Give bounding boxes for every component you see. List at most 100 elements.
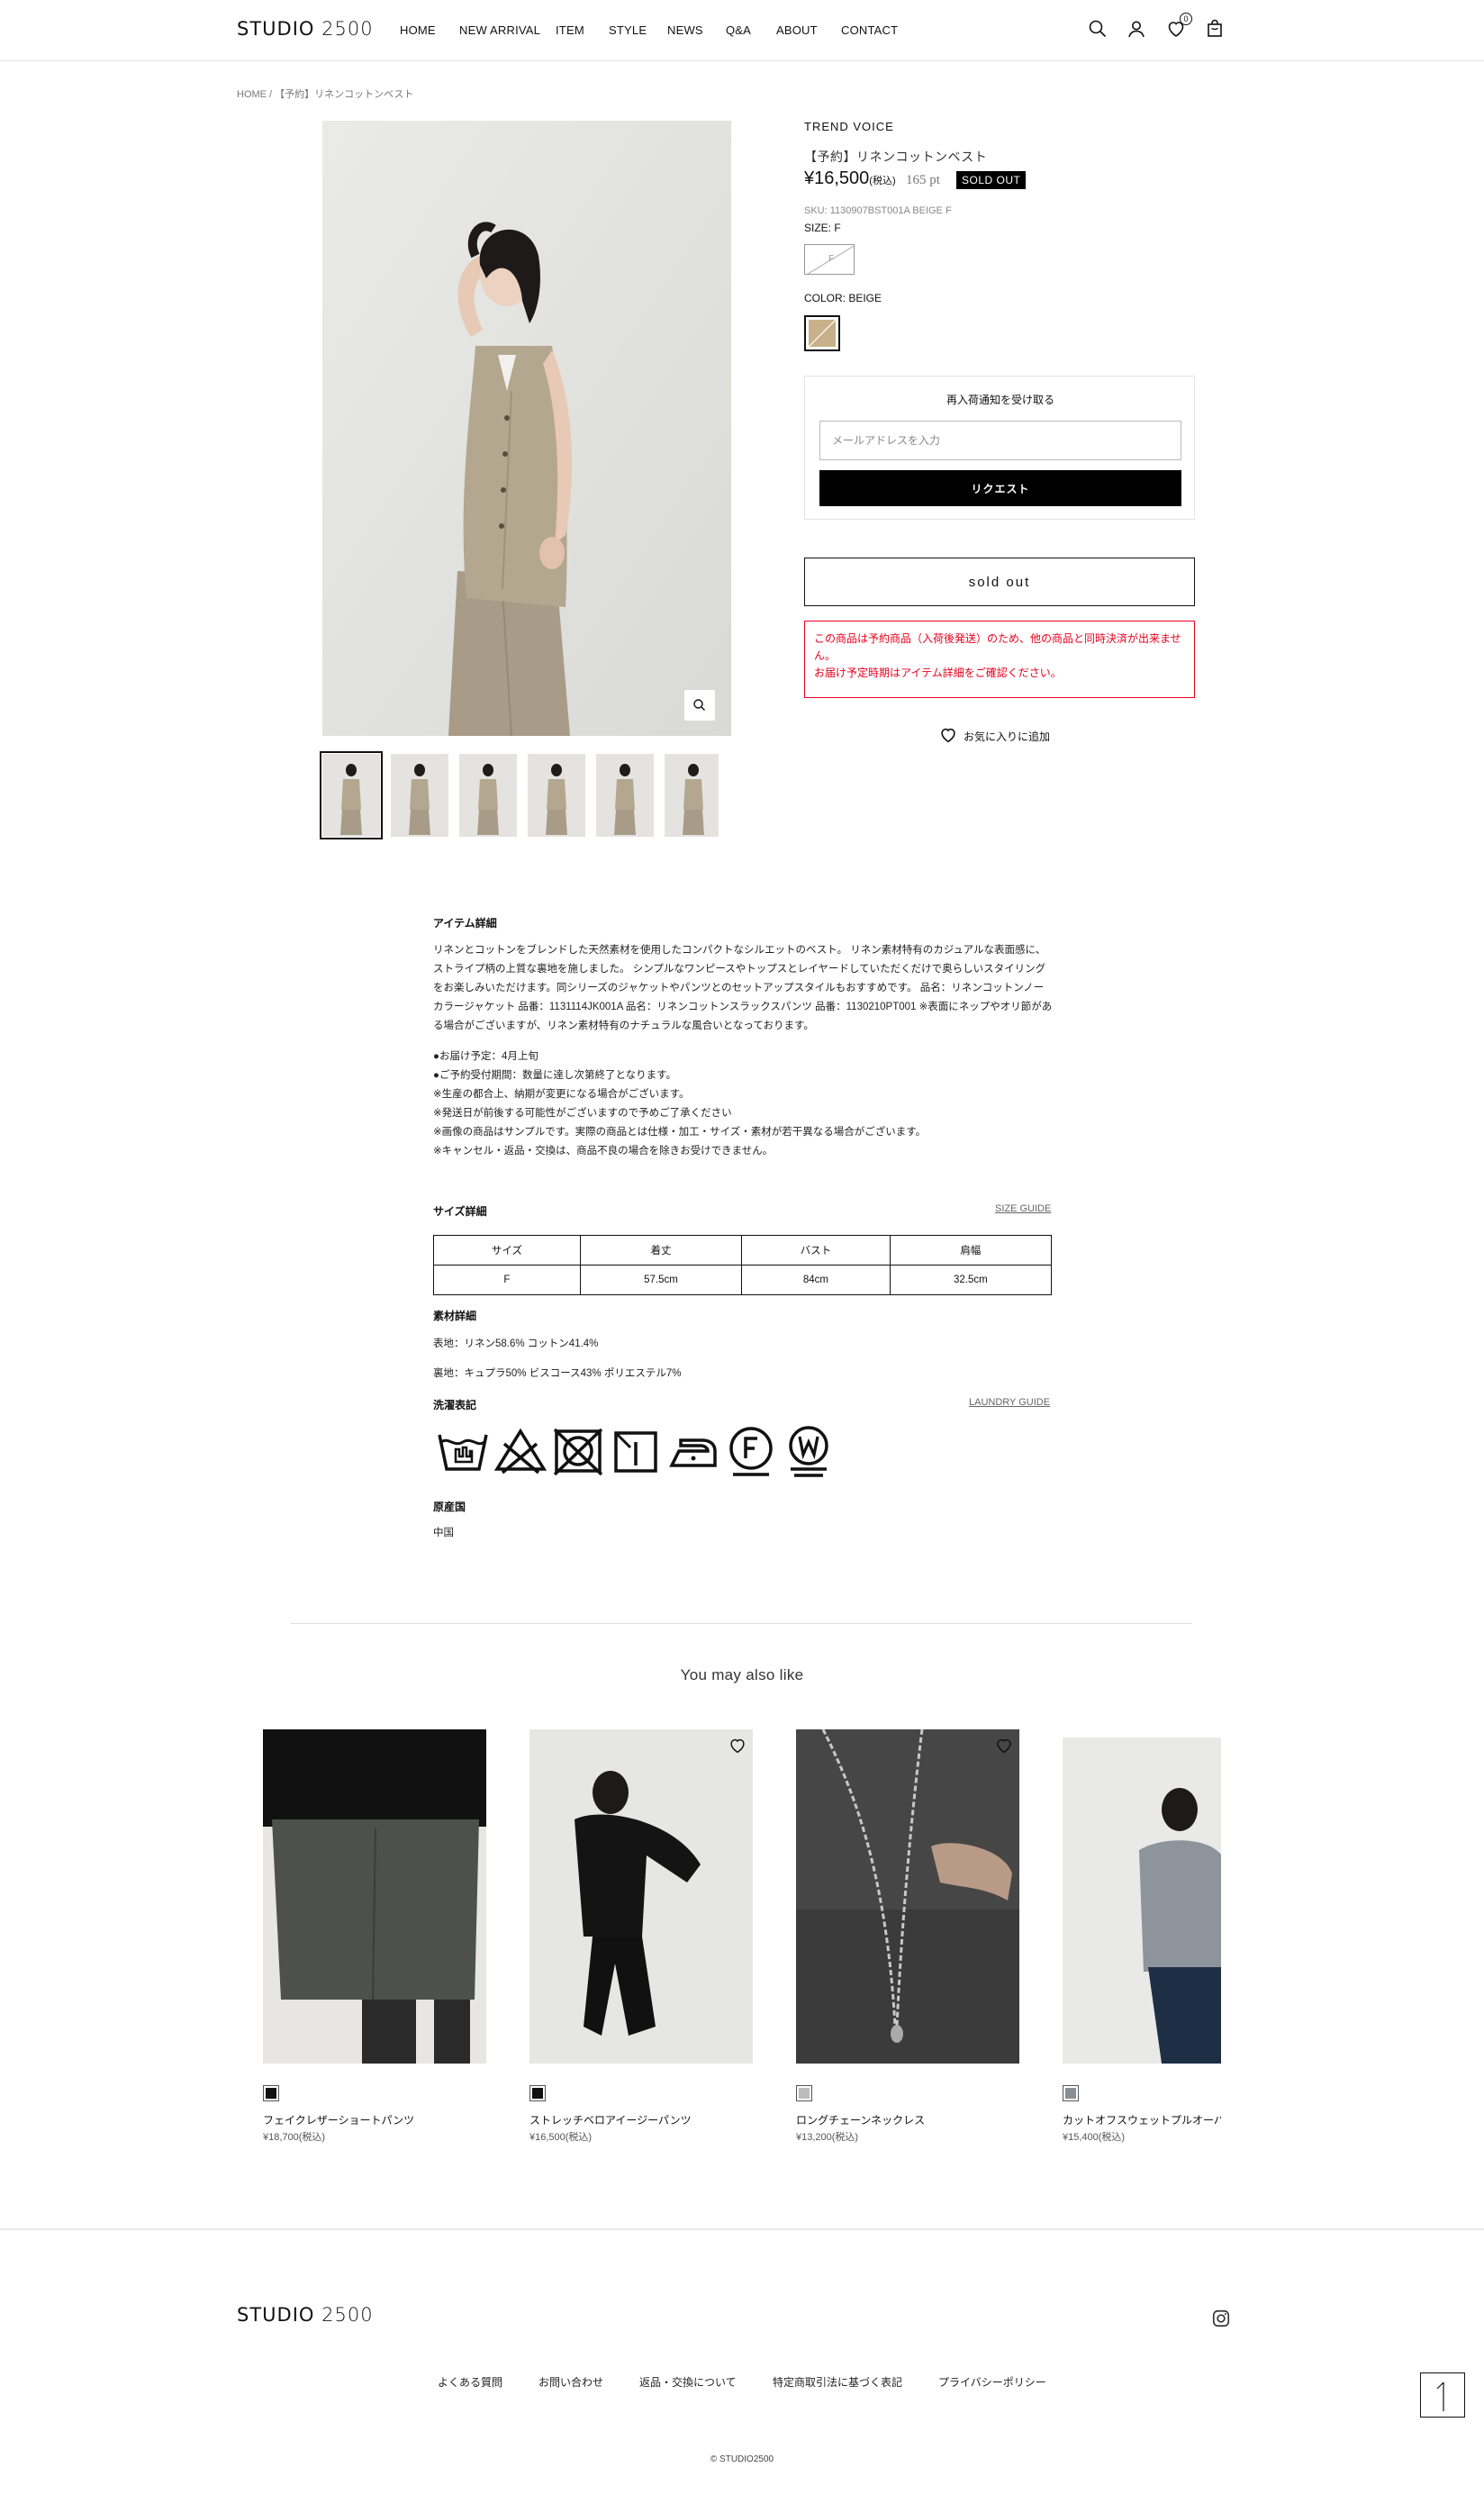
product-price: ¥16,500(税込) [804, 168, 896, 188]
favorite-label: お気に入りに追加 [964, 730, 1051, 743]
color-swatch[interactable] [796, 2085, 812, 2101]
wishlist-count-badge: 0 [1180, 13, 1192, 25]
product-card-image[interactable] [796, 1729, 1019, 2064]
footer-logo[interactable]: STUDIO 2500 [237, 2304, 374, 2326]
size-label: SIZE: F [804, 222, 841, 234]
request-button[interactable]: リクエスト [819, 470, 1181, 506]
product-thumbnail[interactable] [320, 751, 383, 839]
account-icon[interactable] [1126, 18, 1147, 40]
color-swatch-fill [266, 2088, 276, 2099]
notice-line: この商品は予約商品（入荷後発送）のため、他の商品と同時決済が出来ません。 [814, 632, 1181, 662]
nav-qa[interactable]: Q&A [726, 23, 751, 37]
breadcrumb[interactable]: HOME / 【予約】リネンコットンベスト [237, 86, 413, 101]
add-to-favorites[interactable]: お気に入りに追加 [938, 725, 1050, 745]
color-swatch[interactable] [1063, 2085, 1079, 2101]
email-input[interactable] [819, 421, 1181, 460]
site-logo[interactable]: STUDIO 2500 [237, 18, 374, 40]
footer-link-privacy[interactable]: プライバシーポリシー [938, 2374, 1046, 2390]
wet-clean-icon [789, 1426, 828, 1477]
nav-item[interactable]: ITEM [556, 23, 584, 37]
item-description: リネンとコットンをブレンドした天然素材を使用したコンパクトなシルエットのベスト。… [433, 945, 1053, 1031]
product-card-image[interactable] [263, 1729, 486, 2064]
copyright: © STUDIO2500 [710, 2454, 774, 2464]
delivery-note: ※生産の都合上、納期が変更になる場合がございます。 [433, 1089, 690, 1100]
material-heading: 素材詳細 [433, 1310, 477, 1322]
nav-contact[interactable]: CONTACT [841, 23, 898, 37]
iron-low-icon [669, 1438, 717, 1467]
size-detail-heading: サイズ詳細 [433, 1205, 487, 1218]
material-lining: 裏地：キュプラ50% ビスコース43% ポリエステル7% [433, 1368, 682, 1379]
size-table-header: 着丈 [579, 1235, 743, 1266]
color-swatch[interactable] [263, 2085, 279, 2101]
delivery-note: ●ご予約受付期間：数量に達し次第終了となります。 [433, 1070, 676, 1081]
line-dry-shade-icon [614, 1431, 657, 1473]
product-card-image[interactable] [1063, 1737, 1221, 2064]
footer-link-faq[interactable]: よくある質問 [438, 2374, 502, 2390]
footer-link-returns[interactable]: 返品・交換について [639, 2374, 737, 2390]
heart-icon[interactable] [994, 1736, 1014, 1755]
size-table-header: サイズ [433, 1235, 581, 1266]
restock-notify-title: 再入荷通知を受け取る [946, 394, 1054, 406]
material-outer: 表地：リネン58.6% コットン41.4% [433, 1338, 599, 1349]
zoom-button[interactable] [684, 690, 715, 721]
product-thumbnail[interactable] [391, 754, 448, 837]
footer-link-contact[interactable]: お問い合わせ [538, 2374, 603, 2390]
size-table-header: バスト [741, 1235, 891, 1266]
footer-divider [0, 2228, 1484, 2230]
nav-style[interactable]: STYLE [609, 23, 647, 37]
tax-note: (税込) [869, 176, 896, 186]
product-main-image[interactable] [322, 121, 731, 736]
sold-out-badge: SOLD OUT [956, 171, 1027, 189]
no-tumble-dry-icon [553, 1428, 603, 1476]
page-top-button[interactable] [1420, 2372, 1465, 2418]
origin-heading: 原産国 [433, 1501, 466, 1513]
search-icon[interactable] [1087, 18, 1108, 40]
color-swatch[interactable] [529, 2085, 546, 2101]
product-thumbnail[interactable] [665, 754, 719, 837]
nav-new-arrival[interactable]: NEW ARRIVAL [459, 23, 540, 37]
product-thumbnail[interactable] [459, 754, 517, 837]
delivery-note: ※発送日が前後する可能性がございますので予めご了承ください [433, 1108, 732, 1119]
cart-icon[interactable] [1204, 18, 1226, 40]
instagram-icon[interactable] [1211, 2309, 1231, 2328]
product-card-name[interactable]: カットオフスウェットプルオーバー [1063, 2112, 1221, 2127]
product-thumbnail[interactable] [528, 754, 585, 837]
laundry-guide-link[interactable]: LAUNDRY GUIDE [969, 1397, 1050, 1408]
size-option-f[interactable]: F [804, 244, 855, 275]
footer-link-legal[interactable]: 特定商取引法に基づく表記 [773, 2374, 902, 2390]
product-brand[interactable]: TREND VOICE [804, 120, 894, 133]
nav-news[interactable]: NEWS [667, 23, 703, 37]
restock-notify-form: 再入荷通知を受け取る リクエスト [804, 376, 1195, 520]
product-card-image[interactable] [529, 1729, 753, 2064]
size-table-cell: 32.5cm [889, 1265, 1053, 1295]
no-bleach-icon [493, 1428, 547, 1474]
product-card-price: ¥13,200(税込) [796, 2132, 859, 2143]
preorder-notice: この商品は予約商品（入荷後発送）のため、他の商品と同時決済が出来ません。 お届け… [804, 621, 1195, 698]
size-table-cell: F [433, 1265, 581, 1295]
zoom-icon [693, 699, 705, 711]
size-table-cell: 84cm [741, 1265, 891, 1295]
heart-icon [941, 728, 955, 743]
product-card-name[interactable]: ストレッチベロアイージーパンツ [529, 2112, 753, 2127]
product-card-name[interactable]: ロングチェーンネックレス [796, 2112, 1019, 2127]
color-swatch-fill [799, 2088, 810, 2099]
color-option-beige[interactable] [804, 315, 840, 351]
recommend-title: You may also like [680, 1666, 804, 1683]
nav-home[interactable]: HOME [400, 23, 436, 37]
nav-about[interactable]: ABOUT [776, 23, 818, 37]
item-detail-heading: アイテム詳細 [433, 917, 497, 930]
product-card-name[interactable]: フェイクレザーショートパンツ [263, 2112, 486, 2127]
delivery-note: ●お届け予定：4月上旬 [433, 1051, 538, 1062]
size-guide-link[interactable]: SIZE GUIDE [995, 1203, 1051, 1214]
delivery-note: ※キャンセル・返品・交換は、商品不良の場合を除きお受けできません。 [433, 1146, 774, 1157]
sold-out-button[interactable]: sold out [804, 558, 1195, 606]
delivery-note: ※画像の商品はサンプルです。実際の商品とは仕様・加工・サイズ・素材が若干異なる場… [433, 1127, 927, 1138]
color-swatch-fill [809, 320, 836, 347]
color-label: COLOR: BEIGE [804, 292, 882, 304]
care-heading: 洗濯表記 [433, 1399, 477, 1411]
product-thumbnail[interactable] [596, 754, 654, 837]
hand-wash-icon [438, 1434, 488, 1471]
origin-country: 中国 [433, 1528, 454, 1538]
notice-line: お届け予定時期はアイテム詳細をご確認ください。 [814, 667, 1062, 679]
heart-icon[interactable] [728, 1736, 747, 1755]
